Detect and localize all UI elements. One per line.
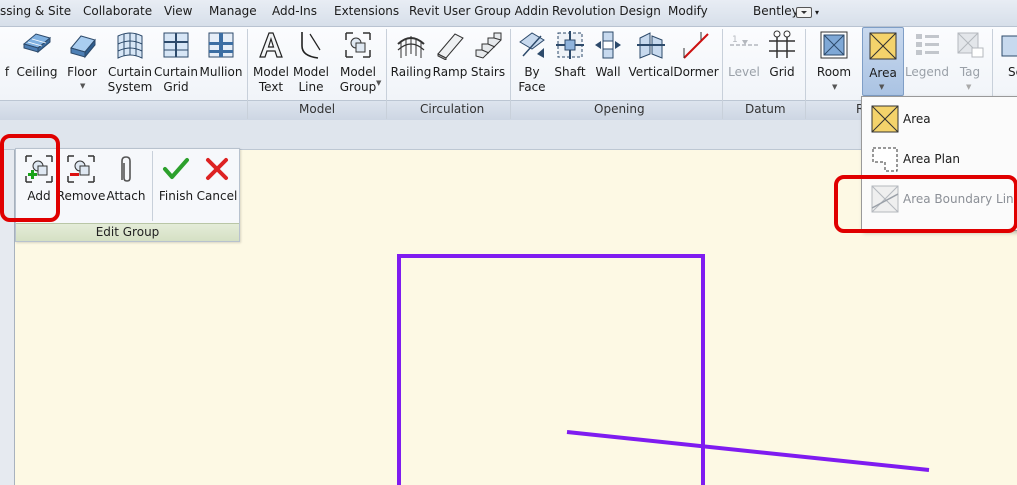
dormer-tool[interactable]: Dormer <box>673 27 719 101</box>
attach-detail-button[interactable]: Attach <box>107 151 145 225</box>
chevron-down-icon[interactable]: ▾ <box>815 8 819 17</box>
curtain-system-icon <box>115 30 145 60</box>
panel-title-opening: Opening <box>594 102 645 116</box>
ramp-icon <box>435 30 465 60</box>
chevron-down-icon[interactable]: ▼ <box>966 83 971 91</box>
set-icon <box>998 30 1017 60</box>
chevron-down-icon[interactable]: ▼ <box>879 83 884 91</box>
curtain-grid-icon <box>161 30 191 60</box>
menu-massing-site[interactable]: ssing & Site <box>0 4 71 18</box>
railing-icon <box>396 30 426 60</box>
shaft-icon <box>555 30 585 60</box>
dormer-icon <box>681 30 711 60</box>
wall-opening-icon <box>593 30 623 60</box>
area-icon <box>870 104 900 134</box>
model-group-tool[interactable]: Model Group <box>336 27 380 101</box>
by-face-icon <box>517 30 547 60</box>
ribbon-minimize-icon[interactable] <box>796 7 812 18</box>
ceiling-tool[interactable]: Ceiling <box>17 27 58 101</box>
floor-icon <box>67 30 97 60</box>
area-plan-icon <box>870 144 900 174</box>
chevron-down-icon[interactable]: ▼ <box>80 82 85 90</box>
menu-item-area-plan[interactable]: Area Plan <box>866 142 1016 178</box>
menu-item-area[interactable]: Area <box>866 102 1016 138</box>
svg-text:1: 1 <box>732 35 738 45</box>
model-text-icon <box>256 30 286 60</box>
ceiling-icon <box>22 30 52 60</box>
remove-from-group-button[interactable]: Remove <box>57 151 105 225</box>
checkmark-icon <box>161 154 191 184</box>
remove-from-group-icon <box>66 154 96 184</box>
menu-revolution-design[interactable]: Revolution Design <box>552 4 661 18</box>
room-icon <box>819 30 849 60</box>
railing-tool[interactable]: Railing <box>391 27 431 101</box>
boundary-rectangle <box>397 254 705 485</box>
finish-button[interactable]: Finish <box>157 151 195 225</box>
panel-title-datum: Datum <box>745 102 786 116</box>
stairs-icon <box>473 30 503 60</box>
legend-icon <box>912 30 942 60</box>
menu-item-label: Area <box>903 112 931 126</box>
menu-collaborate[interactable]: Collaborate <box>83 4 152 18</box>
legend-tool[interactable]: Legend <box>905 27 949 101</box>
set-tool-partial[interactable]: Se <box>998 27 1017 101</box>
grid-icon <box>767 30 797 60</box>
model-line-tool[interactable]: Model Line <box>293 27 329 101</box>
vertical-tool[interactable]: Vertical <box>629 27 673 101</box>
menu-view[interactable]: View <box>164 4 192 18</box>
curtain-system-tool[interactable]: Curtain System <box>108 27 152 101</box>
close-icon <box>202 154 232 184</box>
curtain-grid-tool[interactable]: Curtain Grid <box>154 27 198 101</box>
floor-tool-partial[interactable]: f <box>0 27 14 101</box>
panel-title-circulation: Circulation <box>420 102 485 116</box>
menu-bar: ssing & Site Collaborate View Manage Add… <box>0 0 1017 27</box>
by-face-tool[interactable]: By Face <box>516 27 548 101</box>
model-group-icon <box>343 30 373 60</box>
cancel-button[interactable]: Cancel <box>197 151 237 225</box>
menu-revit-user-group-addin[interactable]: Revit User Group Addin <box>409 4 549 18</box>
stairs-tool[interactable]: Stairs <box>471 27 505 101</box>
chevron-down-icon[interactable]: ▼ <box>376 79 381 87</box>
ramp-tool[interactable]: Ramp <box>433 27 467 101</box>
mullion-tool[interactable]: Mullion <box>200 27 242 101</box>
level-icon: 1 <box>729 30 759 60</box>
tool-label: Tag <box>959 65 981 79</box>
tool-label: Cancel <box>196 189 238 203</box>
model-line-icon <box>296 30 326 60</box>
edit-group-panel-title: Edit Group <box>16 223 239 241</box>
menu-modify[interactable]: Modify <box>668 4 708 18</box>
tag-icon <box>955 30 985 60</box>
area-icon <box>868 31 898 61</box>
tool-label: Mullion <box>199 65 243 79</box>
grid-tool[interactable]: Grid <box>765 27 799 101</box>
menu-manage[interactable]: Manage <box>209 4 257 18</box>
wall-opening-tool[interactable]: Wall <box>592 27 624 101</box>
shaft-tool[interactable]: Shaft <box>553 27 587 101</box>
highlight-add-button <box>0 134 60 222</box>
mullion-icon <box>206 30 236 60</box>
vertical-opening-icon <box>636 30 666 60</box>
panel-title-model: Model <box>299 102 336 116</box>
level-tool[interactable]: 1 Level <box>727 27 761 101</box>
floor-icon <box>0 30 19 60</box>
chevron-down-icon[interactable]: ▼ <box>832 83 837 91</box>
menu-item-label: Area Plan <box>903 152 960 166</box>
menu-extensions[interactable]: Extensions <box>334 4 399 18</box>
boundary-line <box>566 430 930 472</box>
menu-bentley[interactable]: Bentley <box>753 4 799 18</box>
tool-label: Se <box>1008 65 1017 79</box>
highlight-area-boundary-line <box>834 175 1017 233</box>
tool-label: Grid <box>769 65 795 79</box>
paperclip-icon <box>111 154 141 184</box>
menu-add-ins[interactable]: Add-Ins <box>272 4 317 18</box>
